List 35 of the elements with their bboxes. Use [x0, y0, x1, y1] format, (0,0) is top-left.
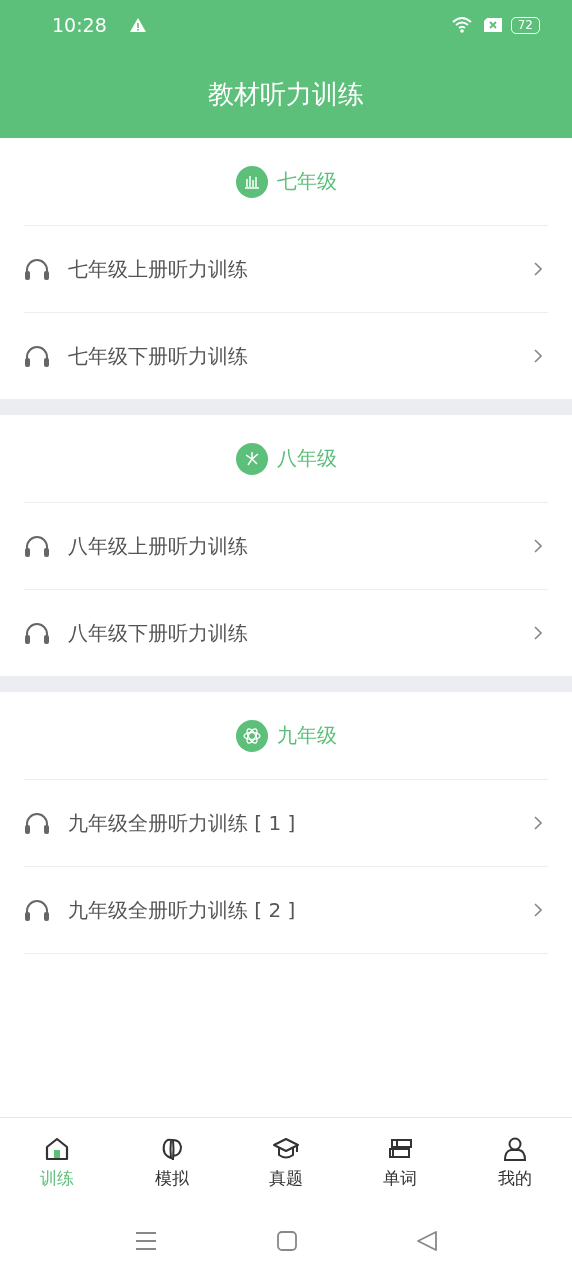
chevron-icon: [534, 626, 542, 640]
headphones-icon: [24, 257, 50, 281]
warning-icon: [128, 17, 147, 33]
list-item[interactable]: 九年级全册听力训练 [ 2 ]: [24, 867, 548, 954]
home-button-icon[interactable]: [277, 1231, 297, 1251]
chevron-icon: [534, 816, 542, 830]
tab[interactable]: 模拟: [114, 1118, 229, 1206]
headphones-icon: [24, 898, 50, 922]
headphones-icon: [24, 344, 50, 368]
chevron-icon: [534, 262, 542, 276]
list-item[interactable]: 九年级全册听力训练 [ 1 ]: [24, 780, 548, 867]
chevron-icon: [534, 539, 542, 553]
section-title: 八年级: [276, 445, 337, 472]
tab[interactable]: 真题: [228, 1118, 344, 1206]
headphones-icon: [24, 534, 50, 558]
list-item[interactable]: 七年级上册听力训练: [24, 226, 548, 313]
section-title: 七年级: [276, 168, 337, 195]
tab[interactable]: 我的: [457, 1118, 572, 1206]
atom-icon: [235, 719, 268, 752]
list-item[interactable]: 八年级上册听力训练: [24, 503, 548, 590]
tab[interactable]: 单词: [343, 1118, 458, 1206]
chevron-icon: [534, 903, 542, 917]
back-icon[interactable]: [417, 1231, 437, 1251]
status-time: 10:28: [52, 14, 107, 36]
battery-indicator: 72: [510, 16, 540, 34]
page-title: 教材听力训练: [207, 77, 365, 111]
list-item[interactable]: 七年级下册听力训练: [24, 313, 548, 399]
sim-icon: [482, 17, 503, 33]
chevron-icon: [534, 349, 542, 363]
headphones-icon: [24, 811, 50, 835]
menu-icon[interactable]: [135, 1231, 157, 1251]
section-title: 九年级: [276, 722, 337, 749]
headphones-icon: [24, 621, 50, 645]
list-item[interactable]: 八年级下册听力训练: [24, 590, 548, 676]
bar-chart-icon: [235, 165, 268, 198]
